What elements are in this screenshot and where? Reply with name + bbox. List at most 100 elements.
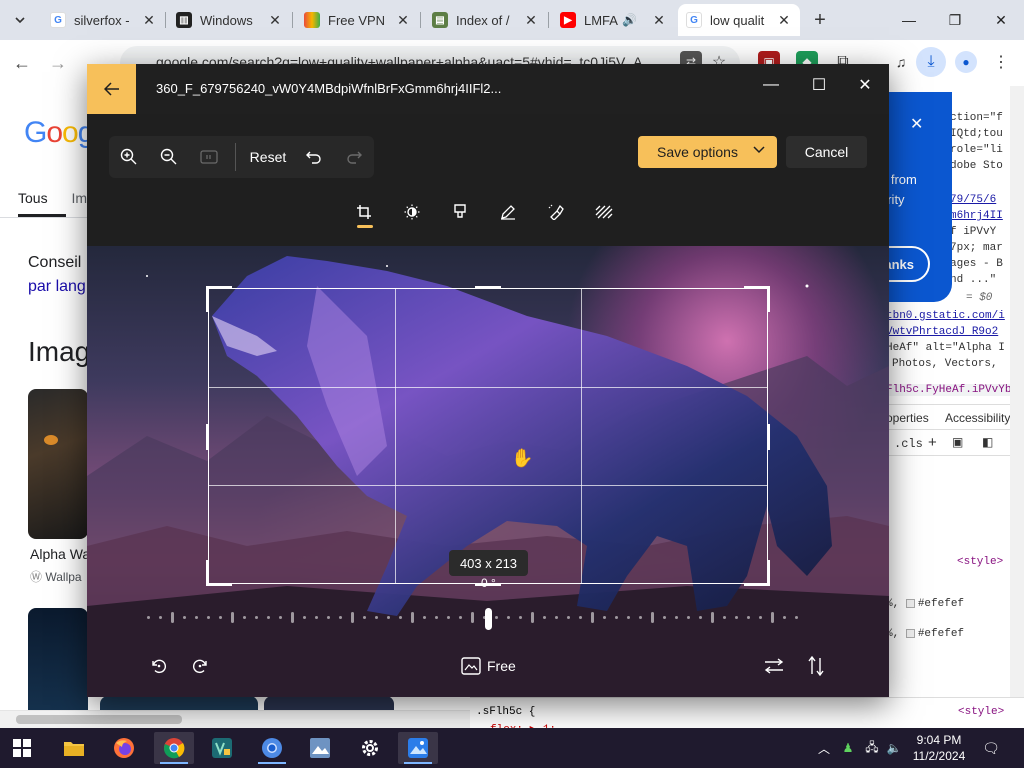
aspect-ratio-icon[interactable] bbox=[459, 654, 483, 678]
photos-app-icon[interactable] bbox=[398, 732, 438, 764]
plus-icon[interactable]: + bbox=[928, 434, 937, 451]
style-tag[interactable]: <style> bbox=[958, 706, 1004, 718]
devtools-scrollbar[interactable] bbox=[1010, 86, 1024, 726]
google-logo[interactable]: Goog bbox=[24, 116, 94, 150]
tab-windows[interactable]: ▥ Windows ✕ bbox=[168, 4, 291, 36]
close-icon[interactable]: ✕ bbox=[141, 12, 157, 28]
notification-icon[interactable]: 🗨 bbox=[980, 738, 1002, 758]
tab-index-of[interactable]: ▤ Index of / ✕ bbox=[424, 4, 547, 36]
crop-corner-handle[interactable] bbox=[206, 560, 232, 586]
scrollbar-thumb[interactable] bbox=[16, 715, 182, 724]
crop-corner-handle[interactable] bbox=[744, 560, 770, 586]
result-title[interactable]: Alpha Wa bbox=[30, 546, 90, 562]
volume-icon[interactable]: 🔈 bbox=[886, 740, 902, 756]
retouch-icon[interactable] bbox=[541, 198, 571, 226]
chevron-up-icon[interactable]: ︿ bbox=[816, 740, 832, 756]
tab-search-button[interactable] bbox=[8, 8, 32, 32]
close-icon[interactable]: ✕ bbox=[267, 12, 283, 28]
language-link[interactable]: par lang bbox=[28, 278, 86, 296]
minimize-button[interactable]: — bbox=[886, 0, 932, 40]
photos-legacy-icon[interactable] bbox=[300, 732, 340, 764]
back-arrow-icon[interactable]: ← bbox=[9, 50, 35, 76]
tab-free-vpn[interactable]: Free VPN ✕ bbox=[296, 4, 419, 36]
tab-lmfao[interactable]: ▶ LMFAO 🔊 ✕ bbox=[552, 4, 675, 36]
markup-icon[interactable] bbox=[493, 198, 523, 226]
code-line[interactable]: 79/75/6 bbox=[950, 194, 996, 206]
firefox-icon[interactable] bbox=[104, 732, 144, 764]
undo-icon[interactable] bbox=[294, 137, 334, 177]
forward-arrow-icon[interactable]: → bbox=[45, 50, 71, 76]
people-icon[interactable]: ♟ bbox=[840, 740, 856, 756]
crop-edge-handle[interactable] bbox=[767, 424, 770, 450]
crop-corner-handle[interactable] bbox=[206, 286, 232, 312]
speaker-icon[interactable]: 🔊 bbox=[622, 13, 651, 27]
cancel-button[interactable]: Cancel bbox=[786, 136, 867, 168]
color-swatch[interactable] bbox=[905, 598, 915, 608]
tab-tous[interactable]: Tous bbox=[18, 190, 48, 206]
tab-low-quality[interactable]: G low qualit ✕ bbox=[678, 4, 800, 36]
settings-icon[interactable] bbox=[350, 732, 390, 764]
code-line[interactable]: m6hrj4II bbox=[950, 210, 1003, 222]
close-icon[interactable]: ✕ bbox=[523, 12, 539, 28]
close-window-button[interactable]: ✕ bbox=[845, 70, 885, 100]
sidebar-toggle-icon[interactable]: ◧ bbox=[982, 435, 993, 449]
crop-icon[interactable] bbox=[349, 198, 379, 226]
save-options-button[interactable]: Save options bbox=[638, 136, 777, 168]
style-tag[interactable]: <style> bbox=[957, 556, 1003, 568]
network-icon[interactable]: 🖧 bbox=[864, 740, 880, 756]
image-canvas[interactable]: ✋ 403 x 213 0 ° Free bbox=[87, 246, 889, 697]
close-window-button[interactable]: ✕ bbox=[978, 0, 1024, 40]
start-button[interactable] bbox=[2, 732, 42, 764]
adjust-icon[interactable] bbox=[397, 198, 427, 226]
rotation-handle[interactable] bbox=[485, 608, 492, 630]
result-thumbnail[interactable] bbox=[28, 389, 88, 539]
tab-images[interactable]: Im bbox=[71, 190, 87, 206]
tab-silverfox[interactable]: G silverfox - ✕ bbox=[42, 4, 165, 36]
result-thumbnail[interactable] bbox=[28, 608, 88, 726]
filter-icon[interactable] bbox=[445, 198, 475, 226]
reset-button[interactable]: Reset bbox=[242, 149, 295, 165]
media-icon[interactable]: ♫ bbox=[890, 51, 912, 73]
rotation-ruler[interactable] bbox=[147, 608, 827, 630]
chrome-icon[interactable] bbox=[154, 732, 194, 764]
chrome-profile-icon[interactable] bbox=[252, 732, 292, 764]
avatar[interactable]: ● bbox=[955, 51, 977, 73]
restore-button[interactable]: ❐ bbox=[932, 0, 978, 40]
cls-toggle[interactable]: .cls bbox=[894, 437, 923, 451]
download-icon[interactable]: ⤓ bbox=[916, 47, 946, 77]
flip-vertical-icon[interactable] bbox=[804, 654, 828, 678]
close-icon[interactable]: ✕ bbox=[395, 12, 411, 28]
tab-accessibility[interactable]: Accessibility bbox=[945, 411, 1010, 425]
close-icon[interactable]: ✕ bbox=[776, 12, 792, 28]
close-icon[interactable]: ✕ bbox=[910, 114, 923, 134]
crop-corner-handle[interactable] bbox=[744, 286, 770, 312]
file-explorer-icon[interactable] bbox=[54, 732, 94, 764]
zoom-out-icon[interactable] bbox=[149, 137, 189, 177]
crop-frame[interactable] bbox=[206, 286, 770, 586]
color-swatch[interactable] bbox=[905, 628, 915, 638]
zoom-in-icon[interactable] bbox=[109, 137, 149, 177]
system-clock[interactable]: 9:04 PM 11/2/2024 bbox=[906, 732, 972, 764]
breadcrumb[interactable]: Flh5c.FyHeAf.iPVvYb bbox=[886, 384, 1024, 396]
close-icon[interactable]: ✕ bbox=[651, 12, 667, 28]
editor-app-icon[interactable] bbox=[202, 732, 242, 764]
maximize-button[interactable]: ☐ bbox=[799, 70, 839, 100]
back-button[interactable] bbox=[87, 64, 136, 114]
tab-properties[interactable]: operties bbox=[886, 411, 929, 425]
fit-to-window-icon[interactable] bbox=[189, 137, 229, 177]
redo-icon[interactable] bbox=[334, 137, 374, 177]
flip-horizontal-icon[interactable] bbox=[762, 654, 786, 678]
background-icon[interactable] bbox=[589, 198, 619, 226]
code-line[interactable]: tbn0.gstatic.com/i bbox=[886, 310, 1005, 322]
rotate-left-icon[interactable] bbox=[147, 654, 171, 678]
kebab-menu-icon[interactable]: ⋮ bbox=[990, 51, 1012, 73]
code-line[interactable]: VwtvPhrtacdJ R9o2 bbox=[886, 326, 998, 338]
aspect-ratio-label[interactable]: Free bbox=[487, 658, 516, 674]
horizontal-scrollbar[interactable] bbox=[0, 710, 470, 728]
crop-edge-handle[interactable] bbox=[475, 286, 501, 289]
new-tab-button[interactable]: + bbox=[808, 8, 832, 32]
minimize-button[interactable]: — bbox=[751, 70, 791, 100]
paint-icon[interactable]: ▣ bbox=[952, 435, 963, 449]
rotate-right-icon[interactable] bbox=[188, 654, 212, 678]
crop-edge-handle[interactable] bbox=[206, 424, 209, 450]
